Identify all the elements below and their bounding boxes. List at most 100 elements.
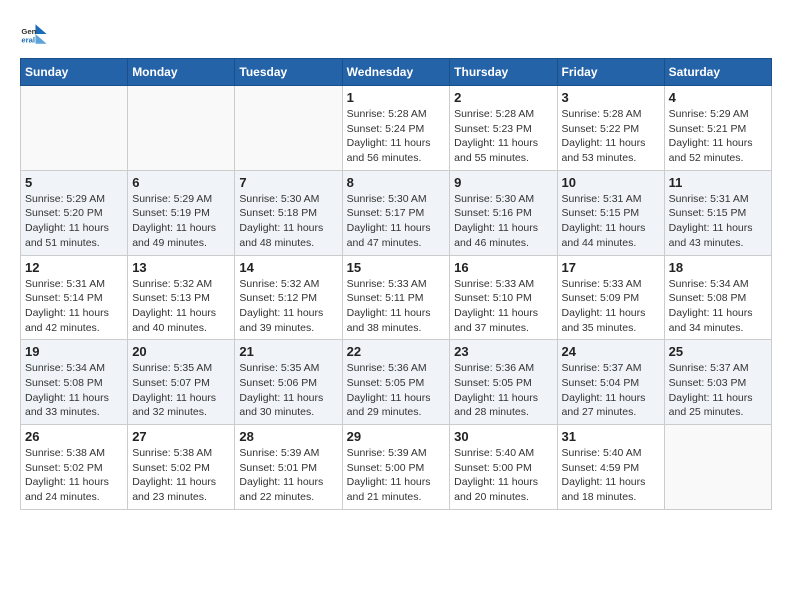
calendar-cell (21, 86, 128, 171)
day-number: 13 (132, 260, 230, 275)
day-info: Sunrise: 5:28 AMSunset: 5:24 PMDaylight:… (347, 107, 446, 166)
column-header-tuesday: Tuesday (235, 59, 342, 86)
svg-text:Gen: Gen (21, 27, 36, 36)
logo: Gen eral (20, 20, 54, 48)
day-info: Sunrise: 5:34 AMSunset: 5:08 PMDaylight:… (25, 361, 123, 420)
day-number: 28 (239, 429, 337, 444)
day-info: Sunrise: 5:29 AMSunset: 5:20 PMDaylight:… (25, 192, 123, 251)
column-header-thursday: Thursday (450, 59, 557, 86)
day-number: 1 (347, 90, 446, 105)
calendar-week-4: 19 Sunrise: 5:34 AMSunset: 5:08 PMDayligh… (21, 340, 772, 425)
day-info: Sunrise: 5:29 AMSunset: 5:19 PMDaylight:… (132, 192, 230, 251)
logo-icon: Gen eral (20, 20, 48, 48)
day-number: 5 (25, 175, 123, 190)
day-info: Sunrise: 5:28 AMSunset: 5:23 PMDaylight:… (454, 107, 552, 166)
calendar-cell: 20 Sunrise: 5:35 AMSunset: 5:07 PMDayligh… (128, 340, 235, 425)
calendar-cell: 22Sunrise: 5:36 AMSunset: 5:05 PMDayligh… (342, 340, 450, 425)
day-number: 26 (25, 429, 123, 444)
calendar-cell: 21 Sunrise: 5:35 AMSunset: 5:06 PMDayligh… (235, 340, 342, 425)
day-number: 30 (454, 429, 552, 444)
calendar-cell: 24Sunrise: 5:37 AMSunset: 5:04 PMDayligh… (557, 340, 664, 425)
day-number: 18 (669, 260, 767, 275)
day-number: 23 (454, 344, 552, 359)
calendar-cell: 1 Sunrise: 5:28 AMSunset: 5:24 PMDaylight… (342, 86, 450, 171)
calendar-cell: 23Sunrise: 5:36 AMSunset: 5:05 PMDayligh… (450, 340, 557, 425)
day-info: Sunrise: 5:35 AMSunset: 5:07 PMDaylight:… (132, 361, 230, 420)
calendar-cell: 18 Sunrise: 5:34 AMSunset: 5:08 PMDayligh… (664, 255, 771, 340)
day-number: 17 (562, 260, 660, 275)
day-number: 29 (347, 429, 446, 444)
day-info: Sunrise: 5:31 AMSunset: 5:15 PMDaylight:… (669, 192, 767, 251)
calendar-cell: 13 Sunrise: 5:32 AMSunset: 5:13 PMDayligh… (128, 255, 235, 340)
calendar-cell: 28 Sunrise: 5:39 AMSunset: 5:01 PMDayligh… (235, 425, 342, 510)
calendar-cell: 14Sunrise: 5:32 AMSunset: 5:12 PMDayligh… (235, 255, 342, 340)
day-number: 16 (454, 260, 552, 275)
calendar-cell: 31 Sunrise: 5:40 AMSunset: 4:59 PMDayligh… (557, 425, 664, 510)
column-header-sunday: Sunday (21, 59, 128, 86)
day-info: Sunrise: 5:33 AMSunset: 5:10 PMDaylight:… (454, 277, 552, 336)
day-number: 19 (25, 344, 123, 359)
calendar-cell: 12 Sunrise: 5:31 AMSunset: 5:14 PMDayligh… (21, 255, 128, 340)
day-info: Sunrise: 5:28 AMSunset: 5:22 PMDaylight:… (562, 107, 660, 166)
day-info: Sunrise: 5:40 AMSunset: 4:59 PMDaylight:… (562, 446, 660, 505)
day-number: 4 (669, 90, 767, 105)
calendar-cell (664, 425, 771, 510)
day-number: 9 (454, 175, 552, 190)
day-info: Sunrise: 5:31 AMSunset: 5:15 PMDaylight:… (562, 192, 660, 251)
day-info: Sunrise: 5:37 AMSunset: 5:03 PMDaylight:… (669, 361, 767, 420)
day-info: Sunrise: 5:30 AMSunset: 5:18 PMDaylight:… (239, 192, 337, 251)
calendar-week-2: 5 Sunrise: 5:29 AMSunset: 5:20 PMDaylight… (21, 170, 772, 255)
day-info: Sunrise: 5:38 AMSunset: 5:02 PMDaylight:… (132, 446, 230, 505)
calendar-table: SundayMondayTuesdayWednesdayThursdayFrid… (20, 58, 772, 510)
day-number: 20 (132, 344, 230, 359)
day-number: 6 (132, 175, 230, 190)
day-number: 8 (347, 175, 446, 190)
column-header-monday: Monday (128, 59, 235, 86)
day-number: 14 (239, 260, 337, 275)
day-number: 7 (239, 175, 337, 190)
day-number: 27 (132, 429, 230, 444)
day-number: 12 (25, 260, 123, 275)
day-info: Sunrise: 5:38 AMSunset: 5:02 PMDaylight:… (25, 446, 123, 505)
calendar-week-3: 12 Sunrise: 5:31 AMSunset: 5:14 PMDayligh… (21, 255, 772, 340)
calendar-cell: 16 Sunrise: 5:33 AMSunset: 5:10 PMDayligh… (450, 255, 557, 340)
calendar-cell: 6 Sunrise: 5:29 AMSunset: 5:19 PMDaylight… (128, 170, 235, 255)
calendar-week-1: 1 Sunrise: 5:28 AMSunset: 5:24 PMDaylight… (21, 86, 772, 171)
svg-text:eral: eral (21, 35, 35, 44)
calendar-cell: 27 Sunrise: 5:38 AMSunset: 5:02 PMDayligh… (128, 425, 235, 510)
calendar-week-5: 26 Sunrise: 5:38 AMSunset: 5:02 PMDayligh… (21, 425, 772, 510)
column-header-wednesday: Wednesday (342, 59, 450, 86)
calendar-cell (128, 86, 235, 171)
day-number: 11 (669, 175, 767, 190)
day-info: Sunrise: 5:32 AMSunset: 5:13 PMDaylight:… (132, 277, 230, 336)
day-number: 15 (347, 260, 446, 275)
day-info: Sunrise: 5:31 AMSunset: 5:14 PMDaylight:… (25, 277, 123, 336)
day-info: Sunrise: 5:39 AMSunset: 5:01 PMDaylight:… (239, 446, 337, 505)
calendar-cell: 8 Sunrise: 5:30 AMSunset: 5:17 PMDaylight… (342, 170, 450, 255)
calendar-cell (235, 86, 342, 171)
page-header: Gen eral (20, 20, 772, 48)
calendar-cell: 10Sunrise: 5:31 AMSunset: 5:15 PMDayligh… (557, 170, 664, 255)
day-number: 25 (669, 344, 767, 359)
day-info: Sunrise: 5:36 AMSunset: 5:05 PMDaylight:… (347, 361, 446, 420)
calendar-cell: 17 Sunrise: 5:33 AMSunset: 5:09 PMDayligh… (557, 255, 664, 340)
column-header-saturday: Saturday (664, 59, 771, 86)
day-info: Sunrise: 5:30 AMSunset: 5:17 PMDaylight:… (347, 192, 446, 251)
day-number: 21 (239, 344, 337, 359)
calendar-cell: 15Sunrise: 5:33 AMSunset: 5:11 PMDayligh… (342, 255, 450, 340)
calendar-cell: 9Sunrise: 5:30 AMSunset: 5:16 PMDaylight… (450, 170, 557, 255)
day-info: Sunrise: 5:33 AMSunset: 5:09 PMDaylight:… (562, 277, 660, 336)
day-info: Sunrise: 5:40 AMSunset: 5:00 PMDaylight:… (454, 446, 552, 505)
day-number: 24 (562, 344, 660, 359)
calendar-cell: 25 Sunrise: 5:37 AMSunset: 5:03 PMDayligh… (664, 340, 771, 425)
day-info: Sunrise: 5:35 AMSunset: 5:06 PMDaylight:… (239, 361, 337, 420)
day-info: Sunrise: 5:34 AMSunset: 5:08 PMDaylight:… (669, 277, 767, 336)
day-number: 2 (454, 90, 552, 105)
calendar-cell: 29Sunrise: 5:39 AMSunset: 5:00 PMDayligh… (342, 425, 450, 510)
day-number: 31 (562, 429, 660, 444)
calendar-cell: 2 Sunrise: 5:28 AMSunset: 5:23 PMDaylight… (450, 86, 557, 171)
calendar-cell: 11 Sunrise: 5:31 AMSunset: 5:15 PMDayligh… (664, 170, 771, 255)
column-header-friday: Friday (557, 59, 664, 86)
calendar-cell: 19 Sunrise: 5:34 AMSunset: 5:08 PMDayligh… (21, 340, 128, 425)
calendar-cell: 26 Sunrise: 5:38 AMSunset: 5:02 PMDayligh… (21, 425, 128, 510)
